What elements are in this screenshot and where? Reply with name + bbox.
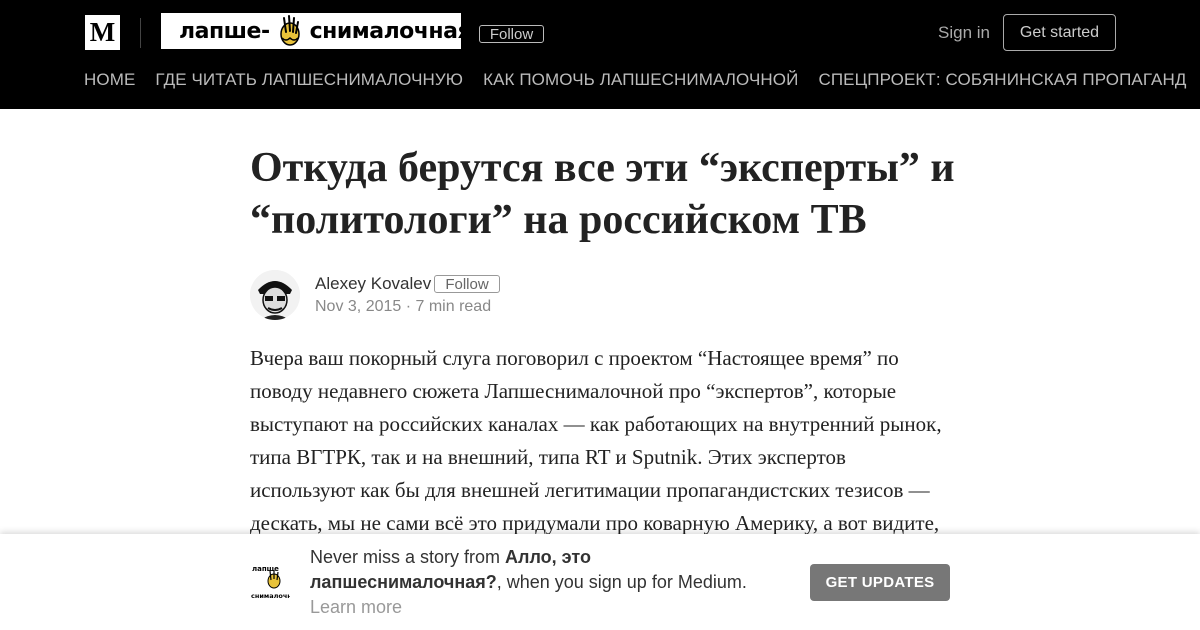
publication-nav: HOME ГДЕ ЧИТАТЬ ЛАПШЕСНИМАЛОЧНУЮ КАК ПОМ… xyxy=(84,70,1186,90)
banner-logo-top-text: лапше xyxy=(252,565,279,573)
article-title: Откуда берутся все эти “эксперты” и “пол… xyxy=(250,145,955,243)
article-body-paragraph: Вчера ваш покорный слуга поговорил с про… xyxy=(250,346,942,535)
author-name[interactable]: Alexey Kovalev xyxy=(315,274,431,294)
publication-logo-icon: лапше снималочная xyxy=(250,561,290,601)
follow-author-button[interactable]: Follow xyxy=(434,275,500,293)
signup-banner: лапше снималочная Never miss a story fro… xyxy=(0,534,1200,630)
nav-item-where-to-read[interactable]: ГДЕ ЧИТАТЬ ЛАПШЕСНИМАЛОЧНУЮ xyxy=(155,70,463,90)
noodle-hand-icon xyxy=(279,15,300,46)
learn-more-link[interactable]: Learn more xyxy=(310,595,770,620)
banner-message: Never miss a story from Алло, это лапшес… xyxy=(310,545,770,620)
author-avatar[interactable] xyxy=(250,270,300,320)
publication-logo[interactable]: лапше- снималочная xyxy=(161,13,472,49)
get-started-button[interactable]: Get started xyxy=(1003,14,1116,51)
get-updates-button[interactable]: GET UPDATES xyxy=(810,564,950,601)
banner-text-after: , when you sign up for Medium. xyxy=(496,572,747,592)
nav-item-how-to-help[interactable]: КАК ПОМОЧЬ ЛАПШЕСНИМАЛОЧНОЙ xyxy=(483,70,798,90)
medium-logo[interactable]: M xyxy=(85,15,120,50)
banner-text-before: Never miss a story from xyxy=(310,547,506,567)
header-divider xyxy=(140,18,141,48)
publication-logo-text-right: снималочная xyxy=(309,18,472,44)
sign-in-link[interactable]: Sign in xyxy=(938,23,990,43)
article-meta: Nov 3, 2015 · 7 min read xyxy=(315,298,492,315)
top-header: M лапше- снималочная Follow Sign in Get … xyxy=(0,0,1200,109)
author-portrait-icon xyxy=(250,270,300,320)
nav-item-special-project[interactable]: СПЕЦПРОЕКТ: СОБЯНИНСКАЯ ПРОПАГАНД xyxy=(818,70,1186,90)
publication-logo-text-left: лапше- xyxy=(179,18,270,44)
banner-logo-bottom-text: снималочная xyxy=(251,592,290,600)
follow-publication-button[interactable]: Follow xyxy=(479,25,544,43)
nav-item-home[interactable]: HOME xyxy=(84,70,135,90)
